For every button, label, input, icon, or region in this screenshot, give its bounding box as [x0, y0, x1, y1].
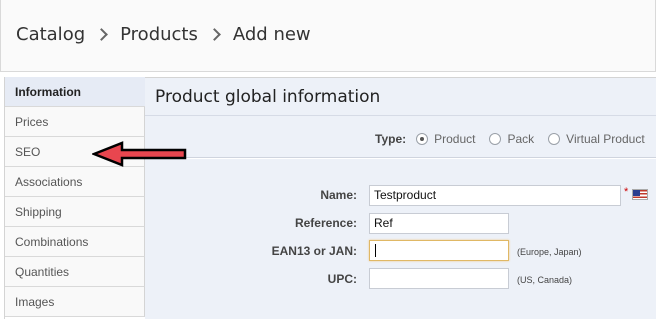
type-option-label: Product: [434, 132, 476, 146]
us-flag-icon[interactable]: [632, 189, 648, 200]
name-input[interactable]: Testproduct: [369, 185, 621, 206]
tab-combinations[interactable]: Combinations: [5, 227, 145, 257]
radio-unchecked-icon[interactable]: [548, 133, 561, 145]
divider: [145, 115, 656, 116]
divider: [145, 158, 656, 159]
type-option-label: Pack: [507, 132, 535, 146]
ean13-input[interactable]: [369, 240, 509, 261]
breadcrumb: Catalog Products Add new: [16, 24, 311, 46]
tab-prices[interactable]: Prices: [5, 107, 145, 137]
required-mark: *: [624, 186, 629, 198]
type-option-product[interactable]: Product: [416, 132, 475, 146]
upc-label: UPC:: [327, 272, 357, 286]
breadcrumb-catalog[interactable]: Catalog: [16, 24, 85, 46]
tab-information[interactable]: Information: [5, 77, 145, 107]
annotation-arrow-icon: [92, 141, 187, 167]
product-tabs: Information Prices SEO Associations Ship…: [4, 77, 145, 319]
type-option-pack[interactable]: Pack: [489, 132, 534, 146]
chevron-right-icon: [97, 28, 106, 42]
ean13-hint: (Europe, Japan): [517, 247, 582, 257]
product-type-selector: Type: Product Pack Virtual Product: [375, 132, 656, 146]
tab-shipping[interactable]: Shipping: [5, 197, 145, 227]
type-option-virtual-product[interactable]: Virtual Product: [548, 132, 645, 146]
name-label: Name:: [320, 188, 357, 202]
tab-quantities[interactable]: Quantities: [5, 257, 145, 287]
tab-associations[interactable]: Associations: [5, 167, 145, 197]
ean13-label: EAN13 or JAN:: [271, 244, 357, 258]
type-label: Type:: [375, 132, 407, 146]
upc-input[interactable]: [369, 268, 509, 289]
panel-title: Product global information: [155, 87, 381, 107]
text-caret: [375, 244, 376, 257]
upc-hint: (US, Canada): [517, 275, 573, 285]
page-header: Catalog Products Add new: [0, 0, 656, 72]
product-form-panel: Product global information Type: Product…: [145, 77, 656, 319]
reference-label: Reference:: [294, 216, 357, 230]
reference-input[interactable]: Ref: [369, 213, 509, 234]
breadcrumb-products[interactable]: Products: [120, 24, 198, 46]
radio-checked-icon[interactable]: [416, 133, 429, 145]
tab-images[interactable]: Images: [5, 287, 145, 317]
breadcrumb-add-new: Add new: [232, 24, 311, 45]
radio-unchecked-icon[interactable]: [489, 133, 502, 145]
type-option-label: Virtual Product: [566, 132, 645, 146]
chevron-right-icon: [210, 28, 219, 42]
